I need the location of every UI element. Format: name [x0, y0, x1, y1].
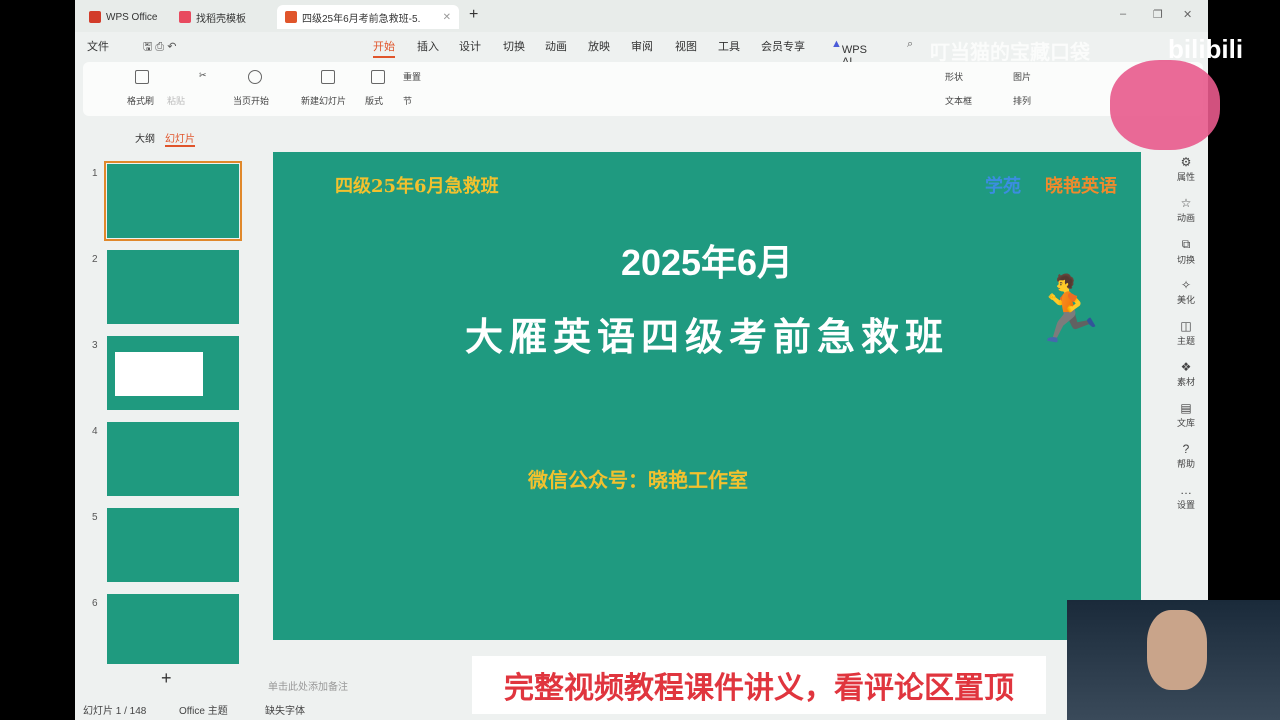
cartoon-figure-icon: 🏃 [1028, 273, 1108, 345]
notes-input[interactable]: 单击此处添加备注 [268, 678, 348, 693]
minimize-icon[interactable]: – [1120, 8, 1126, 20]
format-painter-button[interactable]: 格式刷 [127, 94, 154, 107]
wechat-text: 微信公众号：晓艳工作室 [528, 470, 748, 492]
ribbon-toolbar: 格式刷 粘贴 ✂ 当页开始 新建幻灯片 版式 重置 节 形状 图片 文本框 排列 [83, 62, 1203, 116]
webcam-overlay [1067, 600, 1280, 720]
sidebar-label: 帮助 [1176, 459, 1195, 469]
sidebar-assets[interactable]: ❖ 素材 [1173, 360, 1199, 388]
sidebar-help[interactable]: ? 帮助 [1173, 442, 1199, 470]
play-icon [248, 70, 262, 84]
close-icon[interactable]: ✕ [1183, 8, 1192, 21]
paste-button[interactable]: 粘贴 [167, 94, 185, 107]
close-tab-icon[interactable]: ✕ [443, 12, 451, 23]
tab-wps-office[interactable]: WPS Office [81, 5, 166, 29]
textbox-button[interactable]: 文本框 [945, 94, 972, 107]
slide-counter: 幻灯片 1 / 148 [83, 706, 147, 717]
new-slide-icon [321, 70, 335, 84]
thumb-number: 6 [92, 598, 98, 609]
sidebar-transition[interactable]: ⧉ 切换 [1173, 237, 1199, 266]
thumb-number: 2 [92, 254, 98, 265]
menu-slideshow[interactable]: 放映 [588, 38, 610, 54]
slide-thumbnail[interactable] [107, 250, 239, 324]
slide-thumbnail[interactable] [107, 422, 239, 496]
brand-logo: 晓艳英语 [1045, 176, 1117, 196]
sidebar-label: 切换 [1176, 255, 1195, 265]
slide-thumbnail[interactable] [107, 508, 239, 582]
search-icon[interactable]: ⌕ [907, 38, 913, 51]
wps-logo-icon [89, 11, 101, 23]
ppt-icon [285, 11, 297, 23]
menu-file[interactable]: 文件 [87, 38, 109, 54]
menu-member[interactable]: 会员专享 [761, 38, 805, 54]
from-current-button[interactable]: 当页开始 [233, 94, 269, 107]
title-bar: WPS Office 找稻壳模板 四级25年6月考前急救班-5. ✕ + – ❐ … [75, 0, 1208, 32]
theme-status[interactable]: Office 主题 [179, 702, 228, 717]
menu-design[interactable]: 设计 [459, 38, 481, 54]
slide-header: 四级25年6月急救班 [335, 176, 499, 197]
sidebar-label: 属性 [1176, 172, 1195, 182]
sidebar-label: 设置 [1176, 500, 1195, 510]
maximize-icon[interactable]: ❐ [1153, 8, 1163, 21]
sidebar-beautify[interactable]: ✧ 美化 [1173, 278, 1199, 306]
section-button[interactable]: 节 [403, 94, 412, 107]
sidebar-properties[interactable]: ⚙ 属性 [1173, 155, 1199, 183]
new-slide-button[interactable]: 新建幻灯片 [301, 94, 346, 107]
slide-thumbnail[interactable] [107, 594, 239, 664]
menu-home[interactable]: 开始 [373, 38, 395, 58]
cut-icon[interactable]: ✂ [199, 70, 207, 81]
sidebar-label: 美化 [1176, 295, 1195, 305]
docer-icon [179, 11, 191, 23]
logo-mark: 学苑 [985, 176, 1021, 196]
new-tab-icon[interactable]: + [469, 6, 478, 24]
channel-watermark: 叮当猫的宝藏口袋 [930, 42, 1090, 64]
menu-review[interactable]: 审阅 [631, 38, 653, 54]
slide-thumbnail[interactable] [104, 161, 242, 241]
slide-thumbnail[interactable] [107, 336, 239, 410]
slide-canvas[interactable]: 四级25年6月急救班 学苑 晓艳英语 2025年6月 大雁英语四级考前急救班 微… [273, 152, 1141, 640]
bow-sticker-icon [1110, 60, 1220, 150]
layout-button[interactable]: 版式 [365, 94, 383, 107]
picture-button[interactable]: 图片 [1013, 70, 1031, 83]
sidebar-library[interactable]: ▤ 文库 [1173, 401, 1199, 429]
thumb-number: 5 [92, 512, 98, 523]
menu-view[interactable]: 视图 [675, 38, 697, 54]
wps-window: WPS Office 找稻壳模板 四级25年6月考前急救班-5. ✕ + – ❐ … [75, 0, 1208, 720]
slide-date: 2025年6月 [620, 242, 794, 283]
menu-wps-ai[interactable]: ▲WPS AI [831, 38, 867, 68]
tab-outline[interactable]: 大纲 [135, 130, 155, 145]
menu-tools[interactable]: 工具 [718, 38, 740, 54]
menu-animation[interactable]: 动画 [545, 38, 567, 54]
slide-title: 大雁英语四级考前急救班 [464, 317, 949, 359]
reset-button[interactable]: 重置 [403, 70, 421, 83]
layout-icon [371, 70, 385, 84]
tab-label: 四级25年6月考前急救班-5. [302, 13, 421, 25]
sidebar-settings[interactable]: … 设置 [1173, 483, 1199, 511]
missing-font-status[interactable]: 缺失字体 [265, 702, 305, 717]
sidebar-label: 动画 [1176, 213, 1195, 223]
tab-label: WPS Office [106, 11, 158, 23]
tab-presentation[interactable]: 四级25年6月考前急救班-5. ✕ [277, 5, 459, 29]
video-banner: 完整视频教程课件讲义，看评论区置顶 [472, 656, 1046, 714]
sidebar-theme[interactable]: ◫ 主题 [1173, 319, 1199, 347]
format-painter-icon [135, 70, 149, 84]
arrange-button[interactable]: 排列 [1013, 94, 1031, 107]
sidebar-label: 主题 [1176, 336, 1195, 346]
tab-slides[interactable]: 幻灯片 [165, 130, 195, 147]
sidebar-label: 文库 [1176, 418, 1195, 428]
add-slide-button[interactable]: + [161, 668, 172, 689]
thumb-number: 4 [92, 426, 98, 437]
shape-button[interactable]: 形状 [945, 70, 963, 83]
sidebar-animation[interactable]: ☆ 动画 [1173, 196, 1199, 224]
sidebar-label: 素材 [1176, 377, 1195, 387]
menu-transition[interactable]: 切换 [503, 38, 525, 54]
quick-access-icons[interactable]: 🖫 ⎙ ↶ [143, 38, 177, 57]
menu-insert[interactable]: 插入 [417, 38, 439, 54]
tab-templates[interactable]: 找稻壳模板 [171, 5, 254, 29]
thumb-number: 3 [92, 340, 98, 351]
thumb-number: 1 [92, 168, 98, 179]
tab-label: 找稻壳模板 [196, 13, 246, 25]
